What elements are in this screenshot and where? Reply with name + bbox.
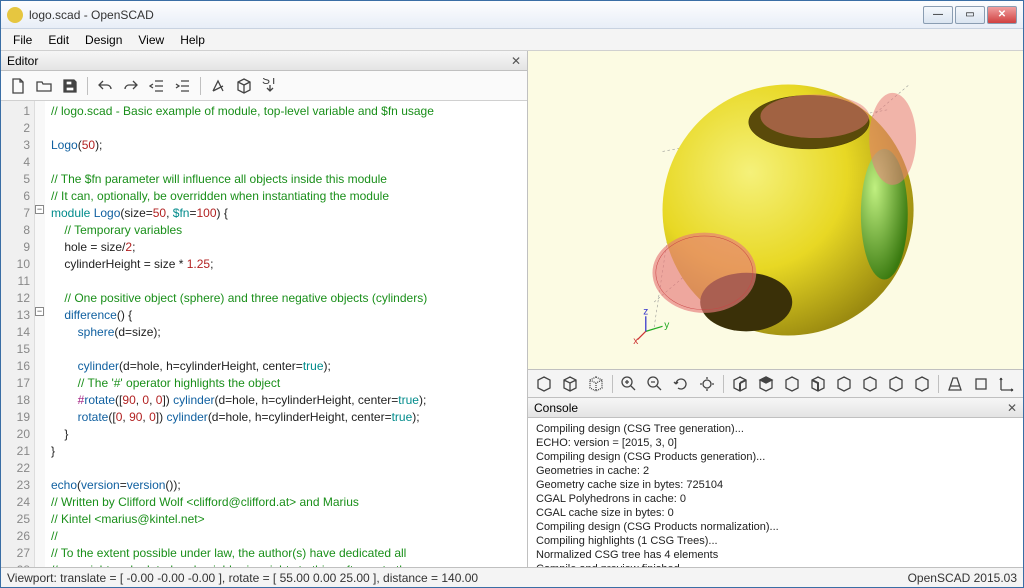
new-file-icon[interactable] <box>9 77 27 95</box>
editor-close-icon[interactable]: ✕ <box>511 54 521 68</box>
close-button[interactable]: ✕ <box>987 6 1017 24</box>
undo-icon[interactable] <box>96 77 114 95</box>
menubar: File Edit Design View Help <box>1 29 1023 51</box>
line-number-gutter: 1234567891011121314151617181920212223242… <box>1 101 35 567</box>
surfaces-view-icon[interactable] <box>560 374 580 394</box>
app-icon <box>7 7 23 23</box>
view-center-icon[interactable] <box>912 374 932 394</box>
zoom-in-icon[interactable] <box>619 374 639 394</box>
maximize-button[interactable]: ▭ <box>955 6 985 24</box>
svg-text:x: x <box>633 336 638 347</box>
svg-text:y: y <box>664 320 669 331</box>
fold-column[interactable]: − − <box>35 101 45 567</box>
view-right-icon[interactable] <box>730 374 750 394</box>
viewport-toolbar <box>528 369 1023 397</box>
window-title: logo.scad - OpenSCAD <box>29 8 923 22</box>
minimize-button[interactable]: — <box>923 6 953 24</box>
preview-icon[interactable] <box>209 77 227 95</box>
view-front-icon[interactable] <box>834 374 854 394</box>
orthogonal-icon[interactable] <box>971 374 991 394</box>
code-editor[interactable]: 1234567891011121314151617181920212223242… <box>1 101 527 567</box>
preview-view-icon[interactable] <box>534 374 554 394</box>
statusbar: Viewport: translate = [ -0.00 -0.00 -0.0… <box>1 567 1023 587</box>
reset-view-icon[interactable] <box>671 374 691 394</box>
redo-icon[interactable] <box>122 77 140 95</box>
status-viewport-info: Viewport: translate = [ -0.00 -0.00 -0.0… <box>7 571 478 585</box>
wireframe-view-icon[interactable] <box>586 374 606 394</box>
unindent-icon[interactable] <box>148 77 166 95</box>
menu-help[interactable]: Help <box>172 31 213 49</box>
view-diagonal-icon[interactable] <box>886 374 906 394</box>
indent-icon[interactable] <box>174 77 192 95</box>
console-output[interactable]: Compiling design (CSG Tree generation)..… <box>528 418 1023 567</box>
view-all-icon[interactable] <box>697 374 717 394</box>
export-stl-icon[interactable]: STL <box>261 77 279 95</box>
zoom-out-icon[interactable] <box>645 374 665 394</box>
console-header: Console ✕ <box>528 398 1023 418</box>
editor-toolbar: STL <box>1 71 527 101</box>
code-content[interactable]: // logo.scad - Basic example of module, … <box>45 101 527 567</box>
menu-edit[interactable]: Edit <box>40 31 77 49</box>
menu-file[interactable]: File <box>5 31 40 49</box>
perspective-icon[interactable] <box>945 374 965 394</box>
status-version: OpenSCAD 2015.03 <box>908 571 1017 585</box>
viewport-render: y x z <box>528 51 1023 369</box>
render-icon[interactable] <box>235 77 253 95</box>
view-back-icon[interactable] <box>860 374 880 394</box>
fold-toggle-icon[interactable]: − <box>35 307 44 316</box>
editor-pane: Editor ✕ STL 123456789101112131415161718… <box>1 51 528 567</box>
save-file-icon[interactable] <box>61 77 79 95</box>
fold-toggle-icon[interactable]: − <box>35 205 44 214</box>
3d-viewport[interactable]: y x z <box>528 51 1023 369</box>
right-pane: y x z <box>528 51 1023 567</box>
window-titlebar: logo.scad - OpenSCAD — ▭ ✕ <box>1 1 1023 29</box>
svg-text:z: z <box>643 307 648 318</box>
menu-view[interactable]: View <box>130 31 172 49</box>
view-left-icon[interactable] <box>808 374 828 394</box>
editor-title: Editor <box>7 54 38 68</box>
menu-design[interactable]: Design <box>77 31 130 49</box>
open-file-icon[interactable] <box>35 77 53 95</box>
console-close-icon[interactable]: ✕ <box>1007 401 1017 415</box>
console-pane: Console ✕ Compiling design (CSG Tree gen… <box>528 397 1023 567</box>
console-title: Console <box>534 401 578 415</box>
view-top-icon[interactable] <box>756 374 776 394</box>
show-axes-icon[interactable] <box>997 374 1017 394</box>
view-bottom-icon[interactable] <box>782 374 802 394</box>
editor-header: Editor ✕ <box>1 51 527 71</box>
